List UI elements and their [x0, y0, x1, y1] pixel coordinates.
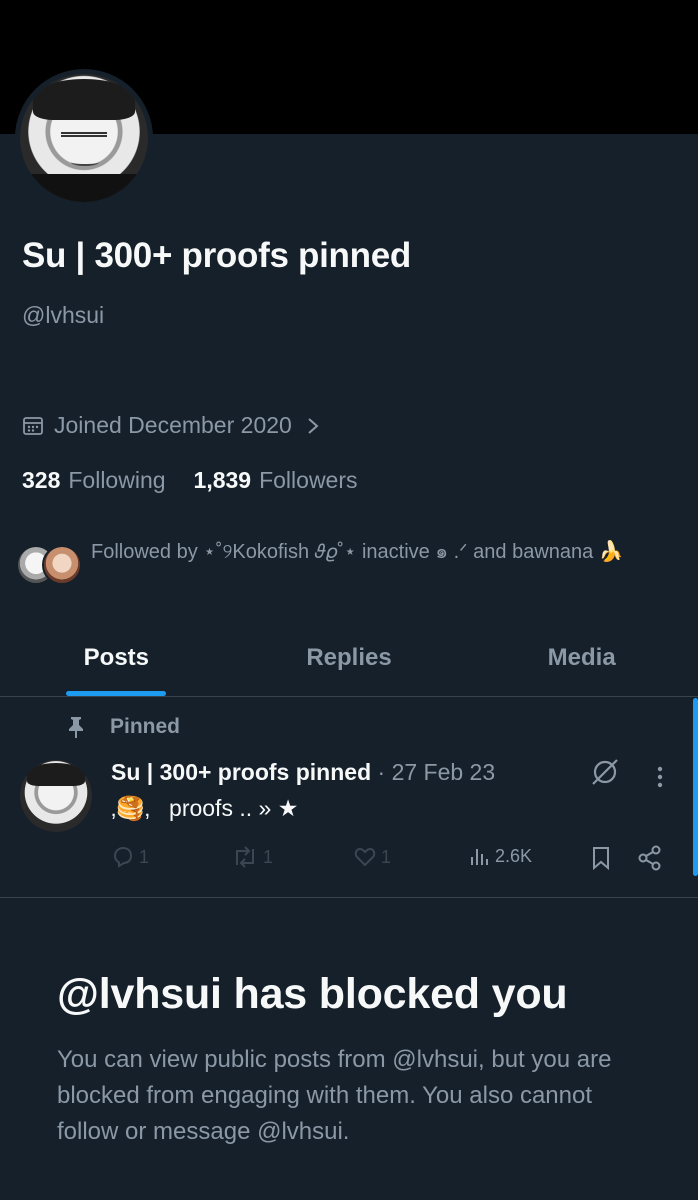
reply-count: 1 [139, 846, 150, 867]
tab-replies[interactable]: Replies [233, 630, 466, 696]
follower-avatar [42, 545, 82, 585]
post-avatar[interactable] [20, 760, 92, 832]
share-icon[interactable] [637, 845, 663, 871]
profile-name: Su | 300+ proofs pinned [22, 236, 411, 275]
repost-count: 1 [263, 846, 274, 867]
like-icon [354, 847, 376, 867]
repost-icon [236, 846, 254, 868]
profile-handle: @lvhsui [22, 302, 105, 328]
following-link[interactable]: 328 Following [22, 467, 166, 494]
avatar-image [20, 74, 148, 202]
post-date[interactable]: · 27 Feb 23 [378, 759, 496, 785]
blocked-message: You can view public posts from @lvhsui, … [57, 1046, 612, 1145]
joined-row[interactable]: Joined December 2020 [22, 412, 330, 439]
bookmark-icon[interactable] [590, 845, 612, 871]
more-icon[interactable] [655, 765, 665, 789]
views-button[interactable]: 2.6K [469, 845, 532, 867]
tab-media[interactable]: Media [465, 630, 698, 696]
reply-icon [113, 846, 133, 868]
grok-icon[interactable] [590, 757, 620, 787]
post-header: Su | 300+ proofs pinned · 27 Feb 23 [111, 759, 495, 786]
views-count: 2.6K [495, 845, 533, 866]
pinned-post[interactable]: Pinned Su | 300+ proofs pinned · 27 Feb … [0, 697, 698, 898]
tab-posts[interactable]: Posts [0, 630, 233, 696]
repost-button[interactable]: 1 [231, 845, 273, 869]
following-count: 328 [22, 467, 61, 493]
calendar-icon [23, 416, 43, 435]
pin-icon [69, 717, 83, 738]
following-label: Following [68, 467, 166, 493]
followers-label: Followers [259, 467, 358, 493]
post-author[interactable]: Su | 300+ proofs pinned [111, 759, 371, 785]
pinned-indicator: Pinned [66, 715, 180, 739]
views-icon [471, 849, 488, 865]
profile-avatar[interactable] [15, 69, 153, 207]
followers-count: 1,839 [193, 467, 252, 493]
post-actions: 1 1 1 2.6K [111, 845, 671, 871]
blocked-title: @lvhsui has blocked you [57, 970, 568, 1018]
reply-button[interactable]: 1 [111, 845, 149, 869]
post-text: ‚🥞‚ proofs .. » ★ [111, 795, 299, 821]
joined-date: Joined December 2020 [54, 412, 292, 438]
scroll-indicator[interactable] [693, 698, 698, 876]
chevron-right-icon [308, 417, 319, 434]
follow-stats: 328 Following 1,839 Followers [22, 467, 358, 494]
like-button[interactable]: 1 [353, 845, 391, 869]
like-count: 1 [381, 846, 392, 867]
followed-by-text: Followed by ⋆˚୨Kokofish 𝜗𝜚˚⋆ inactive ๑ … [91, 541, 624, 563]
followers-link[interactable]: 1,839 Followers [194, 467, 358, 494]
profile-tabs: Posts Replies Media [0, 630, 698, 697]
pinned-label: Pinned [110, 715, 181, 738]
